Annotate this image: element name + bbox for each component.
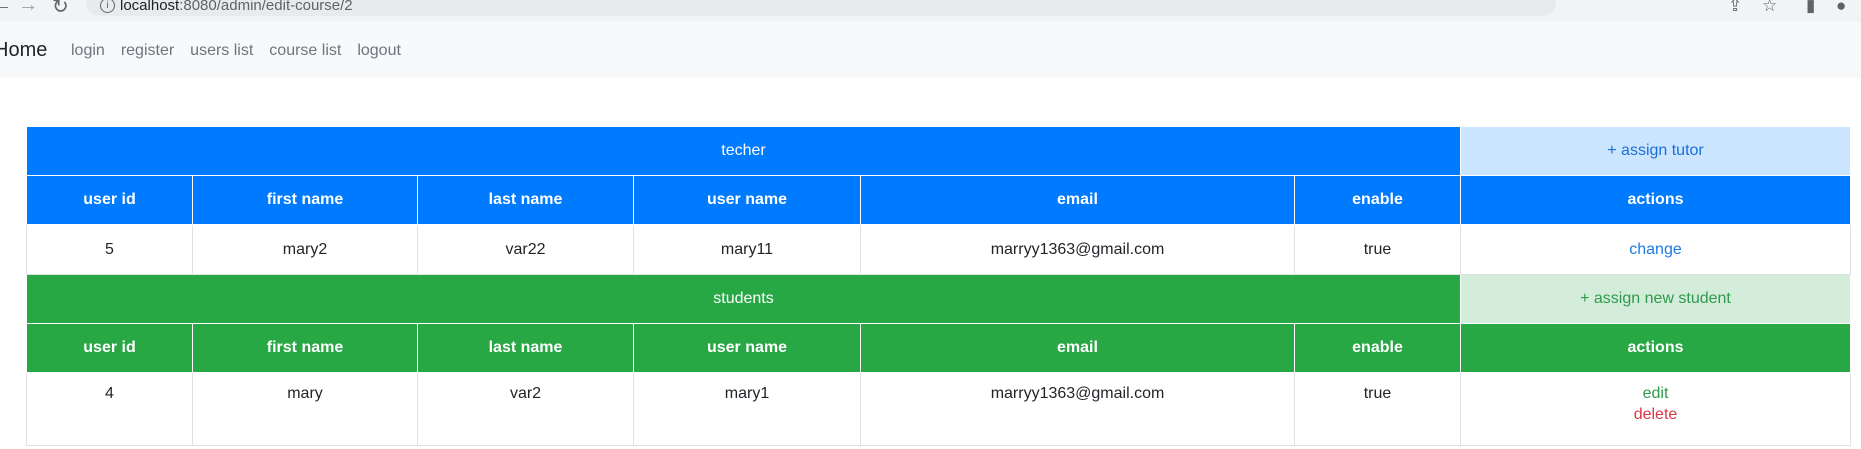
col-header-actions: actions: [1460, 323, 1851, 373]
col-header-enable: enable: [1294, 323, 1461, 373]
col-header-user-name: user name: [633, 175, 861, 225]
col-header-email: email: [860, 323, 1295, 373]
back-arrow-icon[interactable]: ←: [0, 0, 12, 17]
bookmark-star-icon[interactable]: ☆: [1762, 0, 1777, 16]
address-bar[interactable]: i localhost:8080/admin/edit-course/2: [86, 0, 1556, 16]
nav-links: login register users list course list lo…: [71, 42, 401, 60]
reload-icon[interactable]: ↻: [52, 0, 69, 19]
nav-link-course-list[interactable]: course list: [269, 42, 341, 60]
col-header-last-name: last name: [417, 175, 634, 225]
col-header-user-id: user id: [26, 175, 193, 225]
col-header-last-name: last name: [417, 323, 634, 373]
cell-actions: edit delete: [1460, 372, 1851, 446]
cell-user-id: 4: [26, 372, 193, 446]
teacher-column-headers: user id first name last name user name e…: [26, 175, 1851, 225]
cell-enable: true: [1294, 224, 1461, 275]
change-tutor-link[interactable]: change: [1629, 241, 1682, 258]
url-text: localhost:8080/admin/edit-course/2: [120, 0, 353, 14]
nav-link-login[interactable]: login: [71, 42, 105, 60]
col-header-email: email: [860, 175, 1295, 225]
url-host: localhost: [120, 0, 180, 14]
nav-link-register[interactable]: register: [121, 42, 174, 60]
side-panel-icon[interactable]: ▮: [1806, 0, 1815, 16]
nav-link-users-list[interactable]: users list: [190, 42, 253, 60]
forward-arrow-icon[interactable]: →: [18, 0, 38, 17]
navbar: Home login register users list course li…: [0, 22, 1861, 78]
table-row: 4 mary var2 mary1 marryy1363@gmail.com t…: [26, 372, 1851, 446]
profile-icon[interactable]: ●: [1836, 0, 1846, 16]
cell-user-name: mary1: [633, 372, 861, 446]
col-header-first-name: first name: [192, 323, 418, 373]
nav-link-logout[interactable]: logout: [357, 42, 401, 60]
table-row: 5 mary2 var22 mary11 marryy1363@gmail.co…: [26, 224, 1851, 275]
cell-email: marryy1363@gmail.com: [860, 372, 1295, 446]
url-path: :8080/admin/edit-course/2: [179, 0, 353, 14]
cell-user-id: 5: [26, 224, 193, 275]
share-icon[interactable]: ⇪: [1728, 0, 1742, 16]
cell-last-name: var2: [417, 372, 634, 446]
navbar-brand[interactable]: Home: [0, 39, 47, 62]
cell-first-name: mary: [192, 372, 418, 446]
course-members-table: techer + assign tutor user id first name…: [26, 126, 1851, 446]
teacher-section-title: techer: [26, 126, 1461, 176]
students-column-headers: user id first name last name user name e…: [26, 323, 1851, 373]
assign-new-student-button[interactable]: + assign new student: [1460, 274, 1851, 324]
cell-enable: true: [1294, 372, 1461, 446]
cell-last-name: var22: [417, 224, 634, 275]
col-header-enable: enable: [1294, 175, 1461, 225]
col-header-user-id: user id: [26, 323, 193, 373]
browser-toolbar: ← → ↻ i localhost:8080/admin/edit-course…: [0, 0, 1861, 23]
col-header-first-name: first name: [192, 175, 418, 225]
site-info-icon[interactable]: i: [100, 0, 115, 13]
cell-email: marryy1363@gmail.com: [860, 224, 1295, 275]
teacher-section-header: techer + assign tutor: [26, 126, 1851, 176]
delete-student-link[interactable]: delete: [1461, 406, 1850, 424]
cell-actions: change: [1460, 224, 1851, 275]
cell-user-name: mary11: [633, 224, 861, 275]
edit-student-link[interactable]: edit: [1461, 385, 1850, 403]
cell-first-name: mary2: [192, 224, 418, 275]
students-section-title: students: [26, 274, 1461, 324]
col-header-actions: actions: [1460, 175, 1851, 225]
assign-tutor-button[interactable]: + assign tutor: [1460, 126, 1851, 176]
col-header-user-name: user name: [633, 323, 861, 373]
students-section-header: students + assign new student: [26, 274, 1851, 324]
